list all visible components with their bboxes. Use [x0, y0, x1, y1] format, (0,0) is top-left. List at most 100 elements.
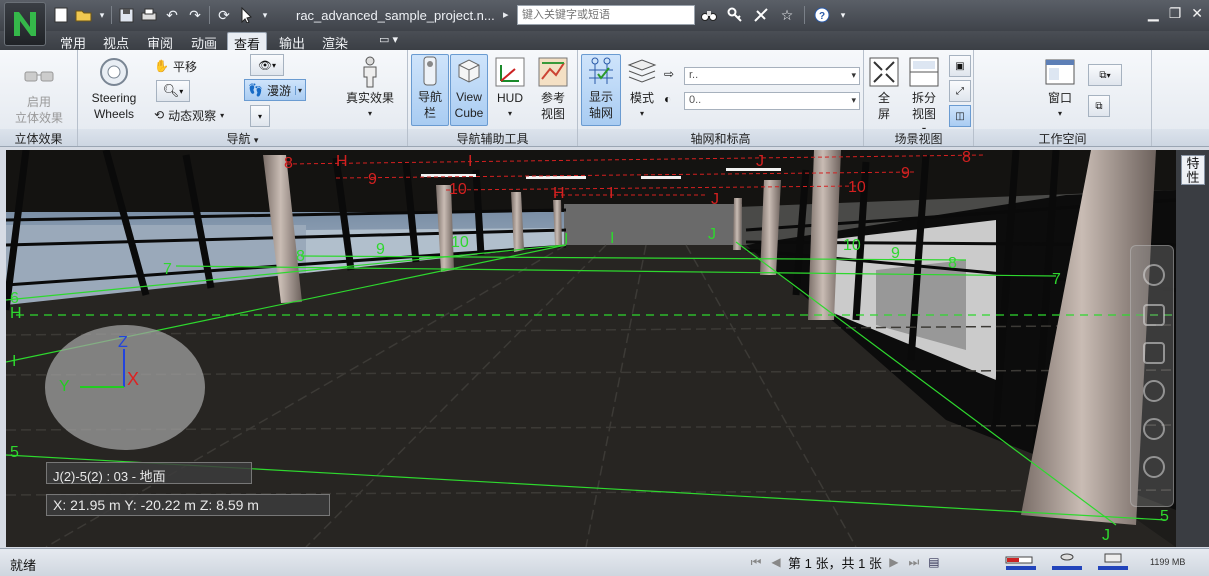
grid-label: H — [10, 305, 22, 322]
orbit-button[interactable]: ⟲ 动态观察 ▾ — [154, 105, 224, 125]
new-icon[interactable] — [52, 6, 70, 24]
panel-navigate: Steering Wheels ✋ 平移 🔍︎ ▾ ⟲ 动态观察 ▾ 👁︎ ▾ 👣 … — [78, 50, 408, 146]
tab-render[interactable]: 渲染 — [316, 32, 354, 51]
customize-qat-icon[interactable]: ▾ — [261, 6, 269, 24]
refresh-icon[interactable]: ⟳ — [215, 6, 233, 24]
binoculars-icon[interactable] — [700, 6, 718, 24]
ribbon-tab-bar: 常用 视点 审阅 动画 查看 输出 渲染 ▭ ▾ — [0, 31, 1209, 52]
hud-button[interactable]: HUD ▾ — [492, 56, 528, 122]
last-page-icon[interactable]: ⏭ — [906, 555, 922, 571]
grid-label: 8 — [296, 248, 305, 265]
windows-button[interactable]: 窗口 ▾ — [1040, 56, 1080, 122]
grid-offset-select[interactable]: 0.. ▾ — [684, 92, 860, 110]
save-icon[interactable] — [117, 6, 135, 24]
grid-label: 5 — [10, 444, 19, 461]
look-nav-icon[interactable] — [1143, 418, 1165, 440]
3d-viewport[interactable]: 8 H I J 8 9 10 9 H I J 10 9 10 I I J 10 … — [6, 150, 1176, 547]
steering-wheel-icon — [98, 56, 130, 88]
favorites-icon[interactable]: ☆ — [778, 6, 796, 24]
zoom-dropdown[interactable]: 🔍︎ ▾ — [156, 80, 190, 102]
scene-option1-button[interactable]: ▣ — [949, 55, 971, 77]
full-screen-label: 全 屏 — [877, 91, 890, 121]
walk-button[interactable]: 👣 漫游 ▾ — [244, 79, 306, 101]
print-icon[interactable] — [140, 6, 158, 24]
footprints-icon: 👣 — [248, 83, 263, 97]
help-icon[interactable]: ? — [813, 6, 831, 24]
reference-views-label: 参考 视图 — [540, 91, 565, 121]
navigation-bar-button[interactable]: 导航 栏 — [411, 54, 449, 126]
restore-icon[interactable]: ❐ — [1169, 5, 1182, 22]
separator — [209, 6, 210, 24]
pan-label: 平移 — [172, 59, 197, 74]
grid-label: 8 — [284, 155, 293, 172]
pan-nav-icon[interactable] — [1143, 304, 1165, 326]
close-icon[interactable]: ✕ — [1191, 5, 1203, 22]
properties-tab[interactable]: 特 性 — [1181, 155, 1205, 185]
grid-label: I — [468, 153, 472, 170]
sheet-browser-icon[interactable]: ▤ — [926, 555, 942, 571]
search-input[interactable] — [517, 5, 695, 25]
steering-wheel-nav-icon[interactable] — [1143, 264, 1165, 286]
help-dropdown-icon[interactable]: ▾ — [839, 6, 847, 24]
tab-output[interactable]: 输出 — [273, 32, 311, 51]
pan-button[interactable]: ✋ 平移 — [154, 56, 197, 76]
show-grid-button[interactable]: 显示 轴网 — [581, 54, 621, 126]
tab-animation[interactable]: 动画 — [185, 32, 223, 51]
communication-center-icon[interactable] — [752, 6, 770, 24]
look-eye-icon: 👁︎ — [258, 59, 272, 72]
tab-home[interactable]: 常用 — [54, 32, 92, 51]
scene-option3-button[interactable]: ◫ — [949, 105, 971, 127]
undo-icon[interactable]: ↶ — [163, 6, 181, 24]
zoom-nav-icon[interactable] — [1143, 342, 1165, 364]
reference-views-button[interactable]: 参考 视图 — [533, 56, 573, 122]
infocenter-toolbar: ☆ ? ▾ — [700, 6, 847, 24]
hud-axis-icon — [494, 56, 526, 88]
properties-tab-label: 特 性 — [1186, 156, 1200, 185]
separator — [804, 6, 805, 24]
grid-label: J — [1102, 527, 1110, 544]
panel-stereo: 启用 立体效果 立体效果 — [0, 50, 78, 146]
tab-review[interactable]: 审阅 — [141, 32, 179, 51]
steering-wheels-button[interactable]: Steering Wheels — [88, 56, 140, 122]
tab-view[interactable]: 查看 — [227, 32, 268, 52]
chevron-right-icon[interactable]: ▸ — [503, 8, 509, 21]
enable-stereo-button[interactable]: 启用 立体效果 — [14, 60, 64, 126]
minimize-icon[interactable]: ▁ — [1148, 5, 1159, 22]
orbit-nav-icon[interactable] — [1143, 380, 1165, 402]
extra-nav-dropdown[interactable]: ▾ — [250, 105, 270, 127]
tab-overflow-icon[interactable]: ▭ ▾ — [373, 32, 404, 50]
save-workspace-button[interactable]: ⧉ — [1088, 95, 1110, 117]
walk-nav-icon[interactable] — [1143, 456, 1165, 478]
open-dropdown-icon[interactable]: ▾ — [98, 6, 106, 24]
tab-viewpoint[interactable]: 视点 — [97, 32, 135, 51]
realism-button[interactable]: 真实效果 ▾ — [340, 56, 400, 122]
window-stack-icon: ▣ — [955, 60, 965, 72]
grid-label: 9 — [901, 165, 910, 182]
panel-grids-levels-label: 轴网和标高 — [578, 129, 863, 146]
prev-page-icon[interactable]: ◀ — [768, 555, 784, 571]
full-screen-icon — [868, 56, 900, 88]
grid-level-select[interactable]: r.. ▾ — [684, 67, 860, 85]
first-page-icon[interactable]: ⏮ — [748, 555, 764, 571]
hud-axis-widget: Z Y X — [45, 325, 205, 450]
load-workspace-button[interactable]: ⧉ ▾ — [1088, 64, 1122, 86]
split-view-button[interactable]: 拆分 视图 ▾ — [906, 56, 942, 138]
application-menu-button[interactable] — [4, 2, 46, 46]
grid-label: 9 — [376, 241, 385, 258]
full-screen-button[interactable]: 全 屏 — [868, 56, 900, 122]
scene-option2-button[interactable]: ⤢ — [949, 80, 971, 102]
key-icon[interactable] — [726, 6, 744, 24]
viewcube-button[interactable]: View Cube — [450, 54, 488, 126]
next-page-icon[interactable]: ▶ — [886, 555, 902, 571]
open-icon[interactable] — [75, 6, 93, 24]
grid-mode-button[interactable]: 模式 ▾ — [624, 56, 660, 122]
grid-label: 9 — [891, 245, 900, 262]
select-icon[interactable] — [238, 6, 256, 24]
ribbon: 启用 立体效果 立体效果 Steering Wheels ✋ 平移 🔍︎ ▾ ⟲ … — [0, 50, 1209, 147]
look-dropdown[interactable]: 👁︎ ▾ — [250, 54, 284, 76]
document-title: rac_advanced_sample_project.n... — [296, 8, 495, 23]
split-view-icon — [908, 56, 940, 88]
hand-icon: ✋ — [154, 59, 169, 73]
redo-icon[interactable]: ↷ — [186, 6, 204, 24]
xyz-axis-icon: Z Y X — [59, 334, 139, 395]
